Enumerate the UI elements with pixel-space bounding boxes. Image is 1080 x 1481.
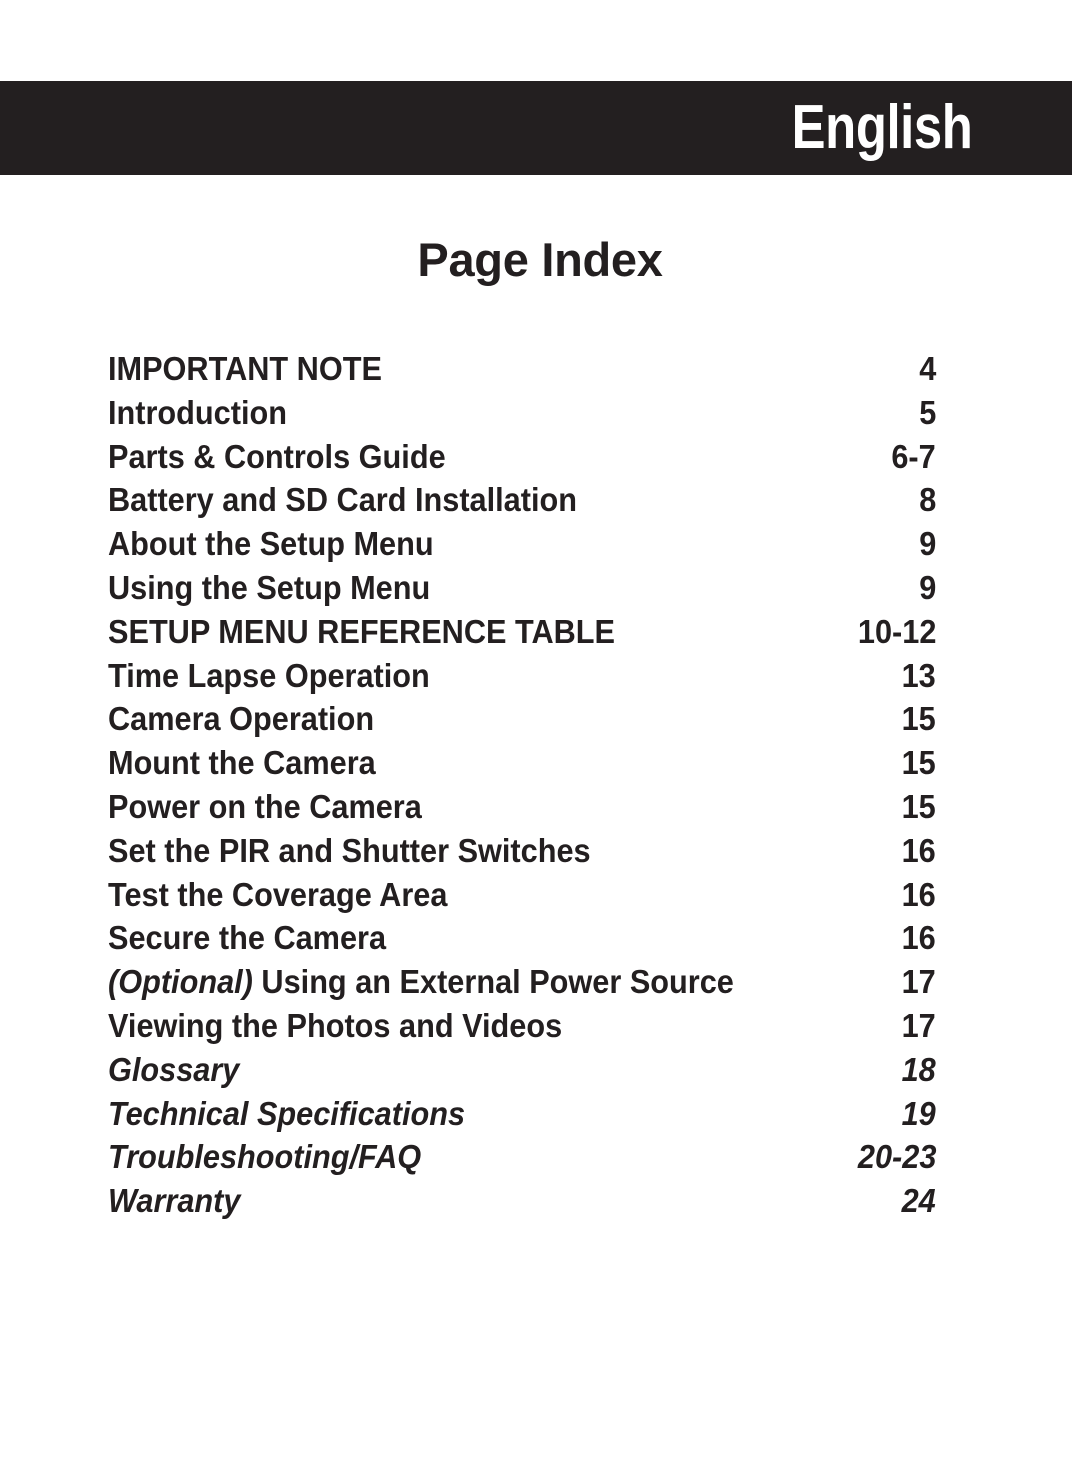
index-entry-page-number: 19 bbox=[901, 1094, 936, 1132]
index-entry-page-number: 18 bbox=[901, 1050, 936, 1088]
index-entry-page-number: 10-12 bbox=[857, 612, 936, 650]
index-entry-page-number: 17 bbox=[901, 1006, 936, 1044]
index-entry-page-number: 13 bbox=[901, 656, 936, 694]
index-entry-title: Using the Setup Menu bbox=[108, 568, 431, 606]
index-entry-title: Glossary bbox=[108, 1050, 240, 1088]
index-entry-title: IMPORTANT NOTE bbox=[108, 350, 382, 387]
index-entry[interactable]: Time Lapse Operation 13 bbox=[108, 654, 936, 698]
index-entry-page-number: 9 bbox=[918, 568, 936, 606]
index-entry-title-regular-part: Using an External Power Source bbox=[252, 963, 734, 1001]
index-entry[interactable]: Warranty 24 bbox=[108, 1179, 936, 1223]
index-entry[interactable]: Secure the Camera 16 bbox=[108, 916, 936, 960]
index-entry-title: Battery and SD Card Installation bbox=[108, 481, 577, 519]
language-header-bar: English bbox=[0, 81, 1072, 175]
index-entry-title: Camera Operation bbox=[108, 700, 375, 738]
index-entry[interactable]: SETUP MENU REFERENCE TABLE 10-12 bbox=[108, 610, 936, 654]
index-entry[interactable]: Battery and SD Card Installation 8 bbox=[108, 478, 936, 522]
index-entry-page-number: 15 bbox=[901, 700, 936, 738]
index-entry-page-number: 5 bbox=[918, 393, 936, 431]
index-entry-page-number: 16 bbox=[901, 831, 936, 869]
index-entry-title: Power on the Camera bbox=[108, 787, 422, 825]
index-entry[interactable]: Using the Setup Menu 9 bbox=[108, 566, 936, 610]
index-entry-title: Troubleshooting/FAQ bbox=[108, 1138, 422, 1176]
index-entry[interactable]: IMPORTANT NOTE 4 bbox=[108, 347, 936, 391]
index-entry-page-number: 8 bbox=[918, 481, 936, 519]
index-entry-page-number: 17 bbox=[901, 963, 936, 1001]
index-entry[interactable]: Introduction 5 bbox=[108, 391, 936, 435]
index-entry[interactable]: Technical Specifications 19 bbox=[108, 1092, 936, 1136]
index-entry-title: Introduction bbox=[108, 393, 287, 431]
index-entry-title: Test the Coverage Area bbox=[108, 875, 448, 913]
index-entry-page-number: 4 bbox=[918, 350, 936, 387]
index-entry-page-number: 9 bbox=[918, 525, 936, 563]
page-title: Page Index bbox=[417, 233, 663, 286]
index-entry[interactable]: About the Setup Menu 9 bbox=[108, 522, 936, 566]
index-entry-title: Parts & Controls Guide bbox=[108, 437, 446, 475]
index-entry[interactable]: Viewing the Photos and Videos 17 bbox=[108, 1004, 936, 1048]
index-entry[interactable]: Set the PIR and Shutter Switches 16 bbox=[108, 829, 936, 873]
language-label: English bbox=[791, 93, 972, 162]
index-entry-title: Secure the Camera bbox=[108, 919, 387, 957]
index-entry[interactable]: Test the Coverage Area 16 bbox=[108, 873, 936, 917]
index-entry-title: Warranty bbox=[108, 1182, 241, 1220]
index-entry-title: Viewing the Photos and Videos bbox=[108, 1006, 563, 1044]
index-entry-page-number: 15 bbox=[901, 744, 936, 782]
index-entry-title: About the Setup Menu bbox=[108, 525, 434, 563]
index-entry-title: Time Lapse Operation bbox=[108, 656, 430, 694]
index-entry-title: Set the PIR and Shutter Switches bbox=[108, 831, 591, 869]
index-entry-title: SETUP MENU REFERENCE TABLE bbox=[108, 612, 616, 650]
index-entry[interactable]: Mount the Camera 15 bbox=[108, 741, 936, 785]
index-entry-page-number: 24 bbox=[901, 1182, 936, 1220]
index-entry[interactable]: Troubleshooting/FAQ 20-23 bbox=[108, 1135, 936, 1179]
index-entry[interactable]: Camera Operation 15 bbox=[108, 697, 936, 741]
index-entry-page-number: 16 bbox=[901, 919, 936, 957]
index-entry-page-number: 15 bbox=[901, 787, 936, 825]
index-entry[interactable]: (Optional) Using an External Power Sourc… bbox=[108, 960, 936, 1004]
index-entry-page-number: 16 bbox=[901, 875, 936, 913]
index-entry-title-italic-part: (Optional) bbox=[108, 963, 253, 1001]
index-entry-page-number: 6-7 bbox=[891, 437, 936, 475]
index-entry[interactable]: Power on the Camera 15 bbox=[108, 785, 936, 829]
index-entry[interactable]: Glossary 18 bbox=[108, 1048, 936, 1092]
index-entry-page-number: 20-23 bbox=[857, 1138, 936, 1176]
index-entry[interactable]: Parts & Controls Guide 6-7 bbox=[108, 435, 936, 479]
index-entry-title: Mount the Camera bbox=[108, 744, 376, 782]
index-entry-title: (Optional) Using an External Power Sourc… bbox=[108, 960, 734, 1004]
index-entry-title: Technical Specifications bbox=[108, 1094, 466, 1132]
page-index-list: IMPORTANT NOTE 4 Introduction 5 Parts & Cont… bbox=[108, 347, 936, 1223]
